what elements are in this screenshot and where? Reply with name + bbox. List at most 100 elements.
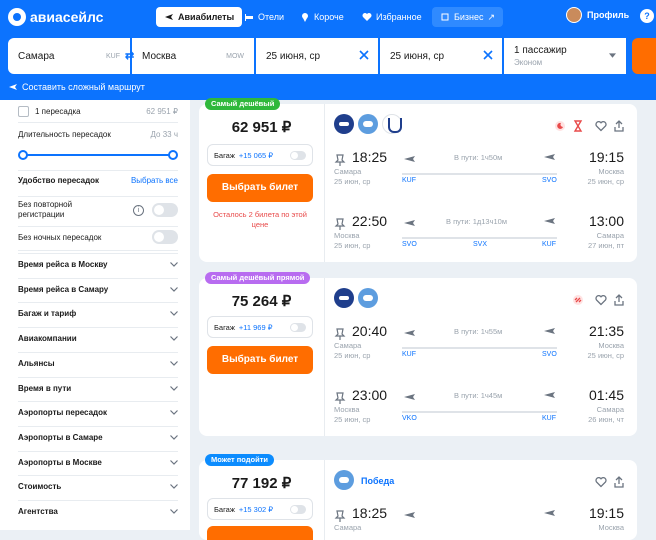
stop-duration-row: Длительность пересадок До 33 ч bbox=[18, 130, 178, 139]
flight-segment: 23:00 Москва 25 июн, ср В пути: 1ч45м VKO… bbox=[334, 387, 624, 424]
nav-tab-flights[interactable]: Авиабилеты bbox=[156, 7, 243, 27]
divider bbox=[18, 250, 178, 251]
filter-one-stop[interactable]: 1 пересадка 62 951 ₽ bbox=[18, 106, 178, 117]
nav-tab-shorter[interactable]: Короче bbox=[292, 7, 352, 27]
swap-icon[interactable]: ⇄ bbox=[125, 49, 137, 62]
baggage-option[interactable]: Багаж +15 302 ₽ bbox=[207, 498, 313, 520]
baggage-option[interactable]: Багаж +15 065 ₽ bbox=[207, 144, 313, 166]
avatar bbox=[566, 7, 582, 23]
badge-cheapest-direct: Самый дешёвый прямой bbox=[205, 272, 311, 284]
arrival-plane-icon bbox=[544, 392, 555, 398]
nav-tab-hotels[interactable]: Отели bbox=[236, 7, 292, 27]
buy-ticket-button[interactable]: Выбрать билет bbox=[207, 346, 313, 374]
clear-date-icon[interactable] bbox=[358, 49, 370, 61]
arrival-plane-icon bbox=[544, 510, 555, 516]
share-icon[interactable] bbox=[613, 120, 625, 132]
ticket-card-2[interactable]: 75 264 ₽ Багаж +11 969 ₽ Выбрать билет 2… bbox=[199, 278, 637, 436]
pin-icon[interactable] bbox=[334, 218, 346, 230]
departure-plane-icon bbox=[404, 220, 415, 226]
ticket-card-1[interactable]: 62 951 ₽ Багаж +15 065 ₽ Выбрать билет О… bbox=[199, 104, 637, 262]
filter-section-4[interactable]: Альянсы bbox=[18, 359, 178, 368]
hourglass-icon bbox=[573, 120, 583, 132]
divider bbox=[18, 170, 178, 171]
clear-date-back-icon[interactable] bbox=[482, 49, 494, 61]
filter-section-2[interactable]: Багаж и тариф bbox=[18, 309, 178, 318]
top-bar: авиасейлс Авиабилеты Отели Короче Избран… bbox=[0, 0, 656, 100]
filter-section-5[interactable]: Время в пути bbox=[18, 384, 178, 393]
checkbox[interactable] bbox=[18, 106, 29, 117]
filter-section-10[interactable]: Агентства bbox=[18, 507, 178, 516]
filter-no-night[interactable]: Без ночных пересадок bbox=[18, 230, 178, 244]
flight-segment: 22:50 Москва 25 июн, ср В пути: 1д13ч10м … bbox=[334, 213, 624, 250]
filter-section-0[interactable]: Время рейса в Москву bbox=[18, 260, 178, 269]
share-icon[interactable] bbox=[613, 476, 625, 488]
filter-section-8[interactable]: Аэропорты в Москве bbox=[18, 458, 178, 467]
chevron-down-icon bbox=[170, 287, 178, 292]
heart-outline-icon[interactable] bbox=[595, 120, 607, 132]
heart-outline-icon[interactable] bbox=[595, 294, 607, 306]
divider bbox=[18, 500, 178, 501]
baggage-toggle[interactable] bbox=[290, 504, 306, 514]
airline-logo bbox=[334, 114, 354, 134]
filter-section-6[interactable]: Аэропорты пересадок bbox=[18, 408, 178, 417]
heart-outline-icon[interactable] bbox=[595, 476, 607, 488]
divider bbox=[18, 475, 178, 476]
brand-logo[interactable]: авиасейлс bbox=[8, 8, 103, 26]
pin-icon[interactable] bbox=[334, 510, 346, 522]
slider-handle-min[interactable] bbox=[18, 150, 28, 160]
badge-may-fit: Может подойти bbox=[205, 454, 275, 466]
divider bbox=[18, 377, 178, 378]
no-night-toggle[interactable] bbox=[152, 230, 178, 244]
divider bbox=[18, 122, 178, 123]
select-all-link[interactable]: Выбрать все bbox=[131, 176, 178, 185]
filter-section-9[interactable]: Стоимость bbox=[18, 482, 178, 491]
divider bbox=[18, 401, 178, 402]
pin-icon[interactable] bbox=[334, 328, 346, 340]
ticket-card-3[interactable]: 77 192 ₽ Багаж +15 302 ₽ Победа 18:25 Са… bbox=[199, 460, 637, 540]
destination-field[interactable]: Москва MOW bbox=[132, 38, 254, 74]
date-there-field[interactable]: 25 июня, ср bbox=[256, 38, 378, 74]
origin-code: KUF bbox=[106, 53, 120, 60]
info-icon[interactable]: i bbox=[133, 204, 144, 216]
profile-button[interactable]: Профиль bbox=[566, 7, 629, 23]
buy-ticket-button[interactable]: Выбрать билет bbox=[207, 174, 313, 202]
divider bbox=[18, 426, 178, 427]
link-icon bbox=[573, 295, 583, 305]
baggage-option[interactable]: Багаж +11 969 ₽ bbox=[207, 316, 313, 338]
flight-segment: 20:40 Самара 25 июн, ср В пути: 1ч55м KUF… bbox=[334, 323, 624, 360]
class-value: Эконом bbox=[514, 58, 543, 67]
departure-plane-icon bbox=[404, 394, 415, 400]
filter-section-1[interactable]: Время рейса в Самару bbox=[18, 285, 178, 294]
passengers-value: 1 пассажир bbox=[514, 45, 567, 56]
passengers-field[interactable]: 1 пассажир Эконом bbox=[504, 38, 626, 74]
baggage-toggle[interactable] bbox=[290, 150, 306, 160]
share-icon[interactable] bbox=[613, 294, 625, 306]
filter-section-7[interactable]: Аэропорты в Самаре bbox=[18, 433, 178, 442]
route-icon bbox=[9, 84, 17, 90]
slider-handle-max[interactable] bbox=[168, 150, 178, 160]
pin-icon bbox=[302, 13, 308, 22]
pin-icon[interactable] bbox=[334, 392, 346, 404]
chevron-down-icon bbox=[170, 460, 178, 465]
help-icon[interactable]: ? bbox=[640, 9, 654, 23]
convenience-row: Удобство пересадок Выбрать все bbox=[18, 176, 178, 185]
stop-duration-slider[interactable] bbox=[18, 150, 178, 160]
divider bbox=[18, 278, 178, 279]
buy-ticket-button[interactable] bbox=[207, 526, 313, 540]
filter-section-3[interactable]: Авиакомпании bbox=[18, 334, 178, 343]
chevron-down-icon bbox=[170, 311, 178, 316]
arrival-plane-icon bbox=[544, 218, 555, 224]
divider bbox=[18, 302, 178, 303]
origin-field[interactable]: Самара KUF bbox=[8, 38, 130, 74]
no-recheck-toggle[interactable] bbox=[152, 203, 178, 217]
filter-no-recheck[interactable]: Без повторной регистрации i bbox=[18, 200, 178, 220]
search-button[interactable] bbox=[632, 38, 656, 74]
nav-tab-favorites[interactable]: Избранное bbox=[354, 7, 430, 27]
nav-tab-business[interactable]: Бизнес ↗ bbox=[432, 7, 504, 27]
divider bbox=[18, 226, 178, 227]
baggage-toggle[interactable] bbox=[290, 322, 306, 332]
date-back-field[interactable]: 25 июня, ср bbox=[380, 38, 502, 74]
brand-name: авиасейлс bbox=[30, 9, 104, 25]
pin-icon[interactable] bbox=[334, 154, 346, 166]
complex-route-link[interactable]: Составить сложный маршрут bbox=[8, 82, 145, 92]
